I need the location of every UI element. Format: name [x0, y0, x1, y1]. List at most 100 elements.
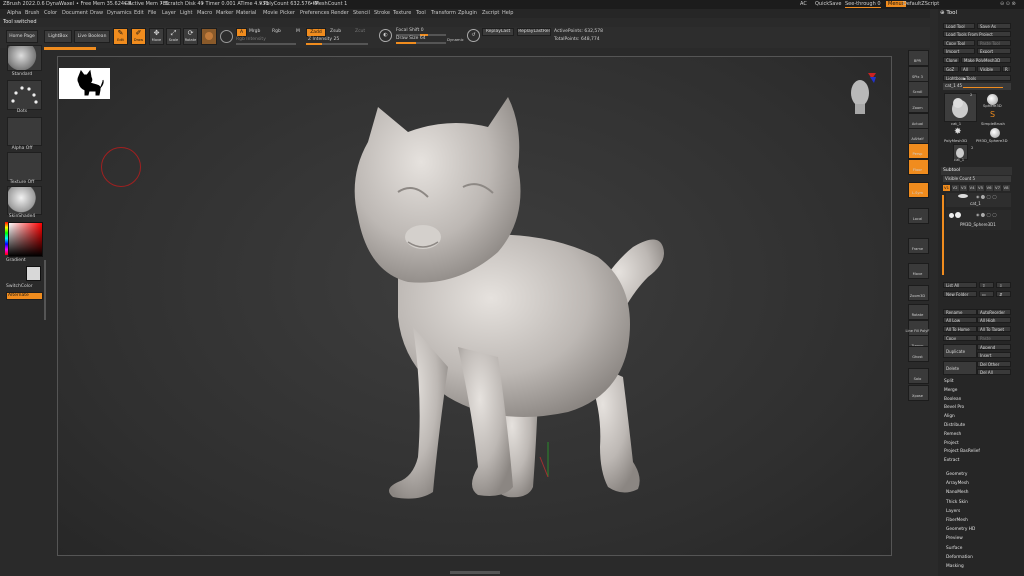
- right-tool-persp[interactable]: [908, 143, 929, 159]
- save-as-button[interactable]: Save As: [977, 23, 1011, 29]
- lightbox-tools-button[interactable]: Lightbox▶Tools: [943, 75, 1011, 81]
- a-toggle[interactable]: A: [236, 28, 247, 37]
- subpalette-layers[interactable]: Layers: [946, 509, 960, 514]
- menu-transform[interactable]: Transform: [431, 10, 456, 16]
- subtool-tab-v8[interactable]: V8: [1002, 185, 1010, 191]
- subtool-row-sphere[interactable]: PM3D_Sphere3D1 ◉ ⬤ ◯ ◯: [946, 210, 1011, 230]
- subpalette-deformation[interactable]: Deformation: [946, 555, 973, 560]
- alpha-thumbnail[interactable]: [7, 117, 42, 146]
- window-controls[interactable]: ⊖ ⊙ ⊗: [1000, 1, 1016, 7]
- zsub-button[interactable]: Zsub: [330, 29, 341, 34]
- subtool-tab-v4[interactable]: V4: [968, 185, 976, 191]
- r-button[interactable]: R: [1002, 66, 1011, 72]
- export-button[interactable]: Export: [977, 48, 1011, 54]
- menu-layer[interactable]: Layer: [162, 10, 176, 16]
- autoreorder-button[interactable]: AutoReorder: [977, 309, 1011, 315]
- texture-thumbnail[interactable]: [7, 152, 42, 181]
- lightbox-button[interactable]: LightBox: [44, 30, 72, 43]
- all-high-button[interactable]: All High: [977, 317, 1011, 323]
- menu-tool[interactable]: Tool: [416, 10, 426, 16]
- all-low-button[interactable]: All Low: [943, 317, 977, 323]
- paste-tool-button[interactable]: Paste Tool: [977, 40, 1011, 46]
- subtool-tab-v1[interactable]: V1: [943, 185, 950, 191]
- subpalette-masking[interactable]: Masking: [946, 564, 964, 569]
- menu-draw[interactable]: Draw: [90, 10, 103, 16]
- see-through-slider[interactable]: See-through 0: [845, 1, 881, 8]
- all-to-target-button[interactable]: All To Target: [977, 326, 1011, 332]
- material-thumbnail[interactable]: [7, 186, 42, 215]
- current-tool-slider[interactable]: cat_1 45: [943, 83, 1011, 90]
- menu-texture[interactable]: Texture: [393, 10, 411, 16]
- right-tool-l-sym[interactable]: [908, 182, 929, 198]
- menu-brush[interactable]: Brush: [25, 10, 39, 16]
- duplicate-button[interactable]: Duplicate: [943, 344, 977, 358]
- load-tools-from-project-button[interactable]: Load Tools From Project: [943, 31, 1011, 37]
- section-project-basrelief[interactable]: Project BasRelief: [944, 449, 980, 454]
- right-tool-rotate[interactable]: [908, 304, 929, 320]
- rename-button[interactable]: Rename: [943, 309, 977, 315]
- mrgb-button[interactable]: Mrgb: [249, 29, 260, 34]
- subtool-row-cat[interactable]: cat_1 ◉ ⬤ ◯ ◯: [946, 193, 1011, 207]
- append-button[interactable]: Append: [977, 344, 1011, 350]
- navigation-head-icon[interactable]: [848, 71, 878, 116]
- section-extract[interactable]: Extract: [944, 458, 959, 463]
- right-tool-scroll[interactable]: [908, 81, 929, 97]
- section-boolean[interactable]: Boolean: [944, 397, 961, 402]
- subpalette-thick-skin[interactable]: Thick Skin: [946, 500, 968, 505]
- hue-strip[interactable]: [5, 222, 8, 255]
- scale-button[interactable]: ⤢ Scale: [166, 28, 181, 45]
- rotate-button[interactable]: ⟳ Rotate: [183, 28, 198, 45]
- dynamic-button[interactable]: Dynamic: [447, 37, 464, 42]
- tool-palette-title[interactable]: ⊕ Tool: [940, 10, 957, 16]
- subtool-eye-icon[interactable]: ◉ ⬤ ◯ ◯: [976, 194, 997, 199]
- right-tool-ghost[interactable]: [908, 346, 929, 362]
- subtool-tab-v6[interactable]: V6: [985, 185, 993, 191]
- right-tool-local[interactable]: [908, 208, 929, 224]
- menu-material[interactable]: Material: [236, 10, 256, 16]
- right-tool-floor[interactable]: [908, 159, 929, 175]
- home-page-button[interactable]: Home Page: [6, 30, 38, 43]
- subtool-eye-icon-2[interactable]: ◉ ⬤ ◯ ◯: [976, 212, 997, 217]
- zcut-button[interactable]: Zcut: [355, 29, 365, 34]
- section-bevel-pro[interactable]: Bevel Pro: [944, 405, 964, 410]
- subpalette-surface[interactable]: Surface: [946, 546, 962, 551]
- live-boolean-button[interactable]: Live Boolean: [74, 30, 110, 43]
- menu-dynamics[interactable]: Dynamics: [107, 10, 132, 16]
- polymesh3d-tool-icon[interactable]: ✸: [954, 127, 962, 137]
- color-picker[interactable]: [8, 222, 43, 257]
- subtool-header[interactable]: Subtool: [941, 167, 1012, 175]
- replay-last-button[interactable]: ReplayLast: [482, 28, 514, 36]
- subpalette-preview[interactable]: Preview: [946, 536, 963, 541]
- section-remesh[interactable]: Remesh: [944, 432, 961, 437]
- all-to-home-button[interactable]: All To Home: [943, 326, 977, 332]
- del-other-button[interactable]: Del Other: [977, 361, 1011, 367]
- menu-zplugin[interactable]: Zplugin: [458, 10, 477, 16]
- z-intensity-slider[interactable]: Z Intensity 25: [308, 37, 339, 42]
- subpalette-geometry-hd[interactable]: Geometry HD: [946, 527, 975, 532]
- new-folder-button[interactable]: New Folder: [943, 291, 977, 297]
- menu-help[interactable]: Help: [502, 10, 513, 16]
- subtool-tab-v5[interactable]: V5: [977, 185, 984, 191]
- list-all-button[interactable]: List All: [943, 282, 977, 288]
- menu-marker[interactable]: Marker: [216, 10, 233, 16]
- subpalette-arraymesh[interactable]: ArrayMesh: [946, 481, 969, 486]
- right-tool-solo[interactable]: [908, 368, 929, 384]
- focal-shift-slider[interactable]: Focal Shift 0: [396, 28, 424, 33]
- clone-button[interactable]: Clone: [943, 57, 960, 63]
- section-merge[interactable]: Merge: [944, 388, 957, 393]
- make-polymesh3d-button[interactable]: Make PolyMesh3D: [961, 57, 1011, 63]
- folder-icon-button[interactable]: ▭: [979, 291, 994, 297]
- right-tool-line-fill-polyf[interactable]: [908, 320, 929, 336]
- left-scrollbar[interactable]: [44, 260, 46, 320]
- secondary-color-swatch[interactable]: [26, 266, 41, 281]
- import-button[interactable]: Import: [943, 48, 975, 54]
- load-tool-button[interactable]: Load Tool: [943, 23, 975, 29]
- edit-button[interactable]: ✎ Edit: [113, 28, 128, 45]
- simplebrush-tool-icon[interactable]: S: [990, 110, 995, 119]
- copy-tool-button[interactable]: Copy Tool: [943, 40, 975, 46]
- subtool-scrollbar[interactable]: [942, 195, 944, 275]
- right-tool-zoom3d[interactable]: [908, 285, 929, 301]
- right-tool-move[interactable]: [908, 263, 929, 279]
- section-distribute[interactable]: Distribute: [944, 423, 965, 428]
- m-button[interactable]: M: [296, 29, 300, 34]
